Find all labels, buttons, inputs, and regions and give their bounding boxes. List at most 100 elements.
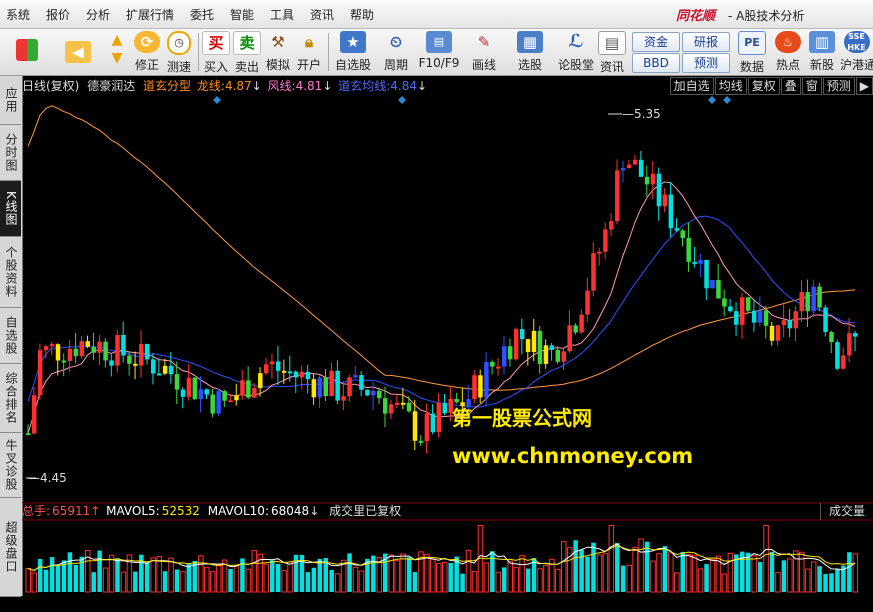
toolbar-forum[interactable]: ℒ 论股堂 — [556, 31, 596, 75]
expand-icon[interactable]: ▶ — [855, 77, 873, 95]
volume-bar — [757, 562, 763, 592]
back-button[interactable]: ◀ — [58, 31, 98, 75]
overlay-button[interactable]: 叠 — [780, 77, 801, 95]
forecast-button[interactable]: 预测 — [822, 77, 855, 95]
candle-body — [757, 310, 763, 323]
candle-body — [525, 339, 531, 352]
fund-pill[interactable]: 资金 — [632, 32, 680, 52]
adjust-button[interactable]: 复权 — [747, 77, 780, 95]
toolbar-buy[interactable]: 买 买入 — [202, 31, 230, 75]
toolbar-screener[interactable]: ▦ 选股 — [508, 31, 552, 75]
candle-body — [275, 361, 281, 371]
candle-body — [383, 398, 388, 414]
volume-bar — [507, 560, 513, 593]
menu-system[interactable]: 系统 — [6, 6, 30, 23]
volume-bar — [644, 541, 650, 592]
tab-ranking[interactable]: 综合排名 — [0, 364, 21, 433]
candle-body — [621, 168, 626, 171]
menu-quote[interactable]: 报价 — [46, 6, 70, 23]
volume-bar — [73, 564, 79, 592]
toolbar-simulate[interactable]: ⚒ 模拟 — [264, 31, 292, 75]
volume-bar — [852, 553, 859, 593]
toolbar-label: 卖出 — [234, 60, 259, 74]
menu-extended[interactable]: 扩展行情 — [126, 6, 174, 23]
arrow-down-icon: ↓ — [251, 79, 262, 93]
menu-news[interactable]: 资讯 — [310, 6, 334, 23]
add-watchlist-button[interactable]: 加自选 — [669, 77, 714, 95]
volume-bar — [460, 573, 465, 592]
low-price-marker: —4.45 — [26, 471, 67, 485]
candle-body — [67, 348, 73, 361]
menu-tools[interactable]: 工具 — [270, 6, 294, 23]
toolbar-draw[interactable]: ✎ 画线 — [466, 31, 502, 75]
volume-tag[interactable]: 成交量 — [819, 503, 865, 520]
arrow-up-icon: ▲ — [111, 32, 123, 48]
volume-bar — [495, 571, 502, 593]
volume-bar — [602, 553, 609, 593]
candle-body — [299, 371, 305, 378]
candle-body — [644, 176, 650, 185]
volume-bar — [810, 561, 817, 593]
candle-body — [502, 346, 507, 367]
menu-order[interactable]: 委托 — [190, 6, 214, 23]
candle-body — [79, 341, 85, 357]
volume-bar — [263, 563, 269, 593]
research-pill[interactable]: 研报 — [682, 32, 730, 52]
tab-watchlist[interactable]: 自选股 — [0, 308, 21, 364]
kline-chart[interactable]: —5.35 —4.45 — [22, 95, 873, 595]
toolbar-sell[interactable]: 卖 卖出 — [233, 31, 261, 75]
diamond-marker — [723, 96, 731, 104]
toolbar-open-account[interactable]: 🔒︎ 开户 — [295, 31, 323, 75]
updown-button[interactable]: ▲ ▼ — [102, 31, 132, 75]
sse-hkex-icon: SSE HKE — [843, 31, 870, 53]
toolbar-data[interactable]: PE 数据 — [736, 31, 768, 75]
toolbar-f10[interactable]: ▤ F10/F9 — [418, 31, 460, 75]
toolbar-newstock[interactable]: ▥ 新股 — [806, 31, 838, 75]
tab-diagnosis[interactable]: 牛叉诊股 — [0, 433, 21, 498]
tab-level2[interactable]: 超级盘口 — [0, 498, 21, 597]
tab-stock-info[interactable]: 个股资料 — [0, 237, 21, 308]
toolbar-hk-connect[interactable]: SSE HKE 沪港通 — [840, 31, 873, 75]
volume-note: 成交里已复权 — [329, 504, 402, 518]
arrow-down-icon: ▼ — [111, 50, 123, 66]
volume-bar — [608, 525, 615, 593]
forecast-pill[interactable]: 预测 — [682, 53, 730, 73]
toolbar-period[interactable]: ⏲ 周期 — [378, 31, 414, 75]
volume-bar — [305, 572, 311, 592]
volume-bar — [436, 563, 442, 593]
tab-kline[interactable]: K线图 — [0, 181, 21, 237]
news-icon: ▤ — [598, 31, 626, 55]
volume-bar — [269, 560, 275, 592]
tab-apps[interactable]: 应用 — [0, 76, 21, 125]
toolbar-watchlist[interactable]: ★ 自选股 — [332, 31, 374, 75]
candle-body — [406, 402, 412, 412]
tab-intraday[interactable]: 分时图 — [0, 125, 21, 181]
diamond-marker — [398, 96, 406, 104]
candle-body — [127, 355, 132, 364]
volume-bar — [97, 550, 102, 592]
layout-button[interactable] — [12, 31, 42, 75]
volume-bar — [55, 565, 61, 592]
candle-body — [656, 173, 662, 207]
candle-body — [61, 360, 67, 363]
menu-analysis[interactable]: 分析 — [86, 6, 110, 23]
volume-bar — [430, 558, 436, 593]
candle-body — [710, 279, 715, 289]
window-button[interactable]: 窗 — [801, 77, 822, 95]
menu-help[interactable]: 帮助 — [350, 6, 374, 23]
ma-button[interactable]: 均线 — [714, 77, 747, 95]
candle-body — [775, 325, 781, 341]
toolbar-news[interactable]: ▤ 资讯 — [598, 31, 626, 75]
volume-bar — [198, 555, 204, 593]
candle-body — [145, 343, 150, 360]
menu-smart[interactable]: 智能 — [230, 6, 254, 23]
bbd-pill[interactable]: BBD — [632, 53, 680, 73]
volume-bar — [751, 555, 757, 593]
toolbar-hot[interactable]: ♨ 热点 — [772, 31, 804, 75]
period-label[interactable]: 日线(复权) — [22, 79, 79, 93]
toolbar-refresh[interactable]: ⟳ 修正 — [132, 31, 162, 75]
toolbar-speed[interactable]: ◷ 测速 — [164, 31, 194, 75]
candle-body — [329, 370, 334, 397]
candle-body — [823, 307, 828, 333]
indicator-name[interactable]: 道玄分型 — [143, 79, 191, 93]
